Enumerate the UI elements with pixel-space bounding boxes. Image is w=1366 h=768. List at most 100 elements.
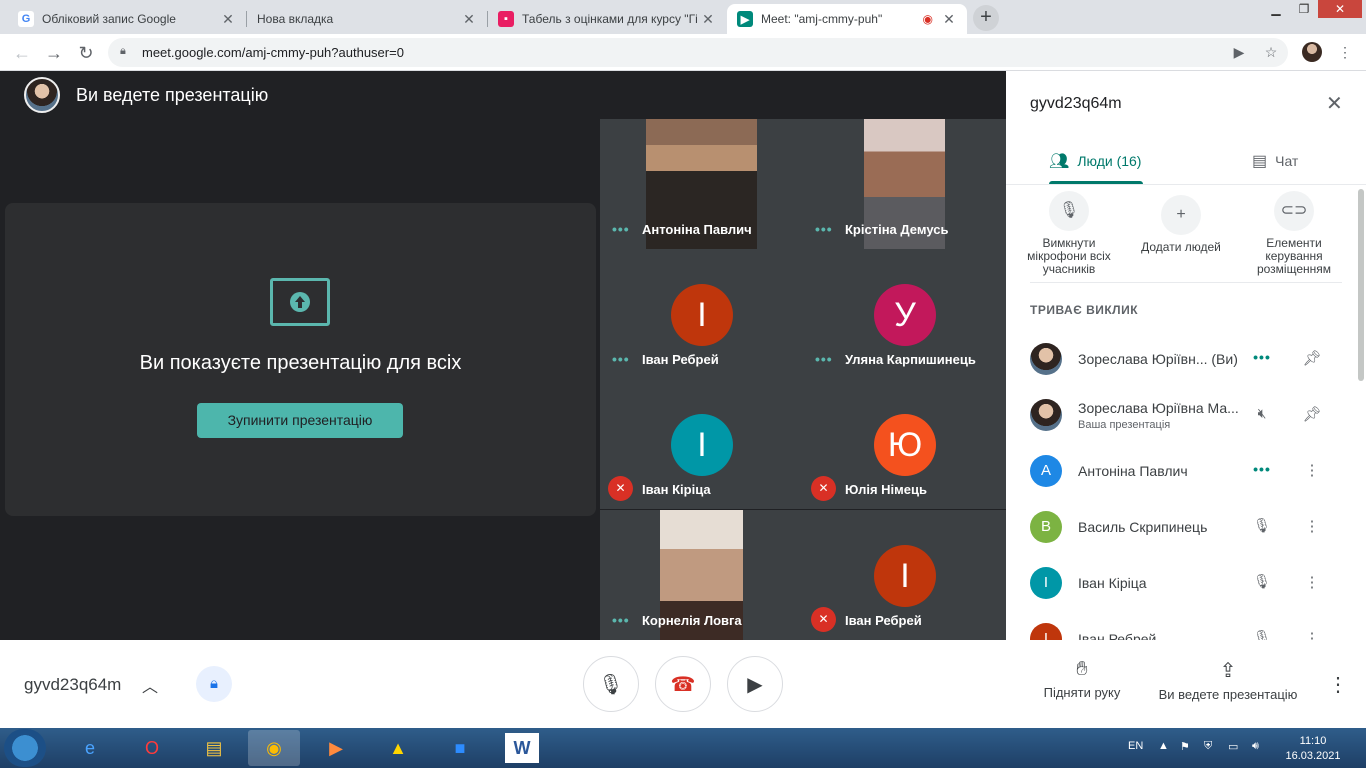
media-player-icon[interactable]: ▶ bbox=[310, 730, 362, 766]
participant-tile[interactable]: ••• Корнелія Ловга bbox=[600, 510, 803, 640]
clock-date: 16.03.2021 bbox=[1285, 750, 1341, 762]
bookmark-star-icon[interactable]: ☆ bbox=[1262, 43, 1280, 61]
more-options-icon[interactable]: ⋮ bbox=[1300, 629, 1324, 640]
avatar: В bbox=[1030, 511, 1062, 543]
close-icon[interactable]: ✕ bbox=[700, 11, 716, 28]
address-bar[interactable]: 🔒︎ meet.google.com/amj-cmmy-puh?authuser… bbox=[108, 38, 1288, 67]
new-tab-button[interactable]: + bbox=[973, 5, 999, 31]
raise-hand-label: Підняти руку bbox=[1043, 685, 1121, 700]
flag-icon[interactable]: ⚑ bbox=[1180, 740, 1190, 753]
more-options-icon[interactable]: ⋮ bbox=[1328, 672, 1348, 697]
lock-icon[interactable]: 🔒︎ bbox=[120, 45, 126, 58]
speaking-indicator-icon: ••• bbox=[815, 221, 833, 237]
presenting-title: Ви ведете презентацію bbox=[76, 84, 269, 105]
forward-icon[interactable]: → bbox=[42, 41, 66, 65]
tab-google-account[interactable]: G Обліковий запис Google ✕ bbox=[8, 4, 246, 34]
profile-avatar[interactable] bbox=[1302, 42, 1322, 62]
section-in-call: ТРИВАЄ ВИКЛИК bbox=[1030, 303, 1139, 317]
leave-call-button[interactable]: ☎︎ bbox=[655, 656, 711, 712]
participant-tile[interactable]: Ю ✕ Юлія Німець bbox=[803, 379, 1006, 509]
participant-tile[interactable]: І ✕ Іван Кіріца bbox=[600, 379, 803, 509]
restore-icon[interactable]: ❐ bbox=[1290, 0, 1318, 18]
browser-toolbar: ← → ↻ 🔒︎ meet.google.com/amj-cmmy-puh?au… bbox=[0, 34, 1366, 71]
add-people-button[interactable]: + Додати людей bbox=[1131, 195, 1231, 254]
presenting-button[interactable]: ⇪ Ви ведете презентацію bbox=[1152, 658, 1304, 702]
word-icon[interactable]: W bbox=[505, 733, 539, 763]
participant-row[interactable]: І Іван Ребрей 🎙︎ ⋮ bbox=[1030, 619, 1330, 640]
participant-tile[interactable]: І ••• Іван Ребрей bbox=[600, 249, 803, 379]
host-controls-label: Елементи керування розміщенням bbox=[1256, 236, 1332, 276]
present-screen-icon: ⇪ bbox=[1219, 660, 1237, 682]
language-indicator[interactable]: EN bbox=[1128, 740, 1143, 752]
presenter-header: Ви ведете презентацію bbox=[24, 77, 268, 113]
participant-tile[interactable]: ••• Крістіна Демусь bbox=[803, 119, 1006, 249]
stop-presenting-button[interactable]: Зупинити презентацію bbox=[197, 403, 403, 438]
participant-name: Крістіна Демусь bbox=[845, 222, 949, 237]
security-alert-icon[interactable]: ⛨ bbox=[1204, 740, 1212, 753]
pin-icon[interactable]: 📌︎ bbox=[1300, 349, 1324, 369]
participant-tile[interactable]: ••• Антоніна Павлич bbox=[600, 119, 803, 249]
internet-explorer-icon[interactable]: e bbox=[64, 730, 116, 766]
window-close-icon[interactable]: ✕ bbox=[1318, 0, 1362, 18]
participant-tile[interactable]: І ✕ Іван Ребрей bbox=[803, 510, 1006, 640]
microphone-button[interactable]: 🎙︎ bbox=[583, 656, 639, 712]
chrome-icon[interactable]: ◉ bbox=[248, 730, 300, 766]
system-clock[interactable]: 11:10 16.03.2021 bbox=[1282, 734, 1344, 764]
meeting-code[interactable]: gyvd23q64m bbox=[24, 675, 121, 695]
opera-icon[interactable]: O bbox=[126, 730, 178, 766]
google-icon: G bbox=[18, 11, 34, 27]
participant-row[interactable]: І Іван Кіріца 🎙︎ ⋮ bbox=[1030, 563, 1330, 603]
participant-avatar: І bbox=[671, 414, 733, 476]
tab-people[interactable]: 👥︎ Люди (16) bbox=[1049, 151, 1141, 171]
show-hidden-icons-icon[interactable]: ▲ bbox=[1158, 740, 1169, 752]
participant-name: Корнелія Ловга bbox=[642, 613, 742, 628]
zoom-icon[interactable]: ■ bbox=[434, 730, 486, 766]
drive-icon[interactable]: ▲ bbox=[372, 730, 424, 766]
camera-indicator-icon[interactable]: ▶ bbox=[1230, 43, 1248, 61]
avatar: І bbox=[1030, 567, 1062, 599]
mute-all-button[interactable]: 🎙︎ Вимкнути мікрофони всіх учасників bbox=[1019, 191, 1119, 276]
more-options-icon[interactable]: ⋮ bbox=[1300, 461, 1324, 481]
camera-button[interactable]: ▶ bbox=[727, 656, 783, 712]
participant-name: Зореслава Юріївна Ма... bbox=[1078, 400, 1239, 416]
mic-off-icon: 🎙︎ bbox=[1049, 191, 1089, 231]
more-options-icon[interactable]: ⋮ bbox=[1300, 517, 1324, 537]
mic-off-icon: ✕ bbox=[608, 476, 633, 501]
pin-icon[interactable]: 📌︎ bbox=[1300, 405, 1324, 425]
reload-icon[interactable]: ↻ bbox=[74, 41, 98, 65]
tab-strip: G Обліковий запис Google ✕ Нова вкладка … bbox=[0, 0, 1366, 34]
close-icon[interactable]: ✕ bbox=[220, 11, 236, 28]
participant-tile[interactable]: У ••• Уляна Карпишинець bbox=[803, 249, 1006, 379]
participant-row[interactable]: В Василь Скрипинець 🎙︎ ⋮ bbox=[1030, 507, 1330, 547]
close-icon[interactable]: ✕ bbox=[941, 11, 957, 28]
tab-new-tab[interactable]: Нова вкладка ✕ bbox=[247, 4, 487, 34]
security-shield-icon[interactable]: 🔒︎ bbox=[196, 666, 232, 702]
tab-classroom-grades[interactable]: ▪ Табель з оцінками для курсу "Гі ✕ bbox=[488, 4, 726, 34]
file-explorer-icon[interactable]: ▤ bbox=[188, 730, 240, 766]
toggle-icon: ⊂⊃ bbox=[1274, 191, 1314, 231]
tab-chat[interactable]: ▤ Чат bbox=[1252, 151, 1298, 171]
raise-hand-button[interactable]: ✋︎ Підняти руку bbox=[1040, 658, 1124, 700]
participant-row[interactable]: Зореслава Юріївна Ма... Ваша презентація… bbox=[1030, 395, 1330, 435]
start-button[interactable] bbox=[4, 729, 46, 767]
participant-row[interactable]: А Антоніна Павлич ••• ⋮ bbox=[1030, 451, 1330, 491]
add-person-icon: + bbox=[1161, 195, 1201, 235]
participant-avatar: У bbox=[874, 284, 936, 346]
speaking-indicator-icon: ••• bbox=[612, 221, 630, 237]
more-options-icon[interactable]: ⋮ bbox=[1300, 573, 1324, 593]
tab-title: Табель з оцінками для курсу "Гі bbox=[522, 12, 698, 26]
tab-title: Обліковий запис Google bbox=[42, 12, 176, 26]
minimize-icon[interactable]: ▁ bbox=[1262, 0, 1290, 18]
close-icon[interactable]: ✕ bbox=[1326, 91, 1343, 116]
volume-icon[interactable]: 🔊︎ bbox=[1252, 740, 1259, 753]
speaking-indicator-icon: ••• bbox=[1253, 461, 1271, 477]
browser-menu-icon[interactable]: ⋮ bbox=[1336, 43, 1354, 61]
chevron-up-icon[interactable]: ︿ bbox=[142, 673, 158, 697]
panel-scrollbar[interactable] bbox=[1358, 189, 1364, 381]
host-controls-button[interactable]: ⊂⊃ Елементи керування розміщенням bbox=[1244, 191, 1344, 276]
participant-row[interactable]: Зореслава Юріївн... (Ви) ••• 📌︎ bbox=[1030, 339, 1330, 379]
close-icon[interactable]: ✕ bbox=[461, 11, 477, 28]
network-icon[interactable]: ▭ bbox=[1228, 740, 1238, 753]
tab-meet[interactable]: ▶ Meet: "amj-cmmy-puh" ◉ ✕ bbox=[727, 4, 967, 34]
back-icon[interactable]: ← bbox=[10, 41, 34, 65]
